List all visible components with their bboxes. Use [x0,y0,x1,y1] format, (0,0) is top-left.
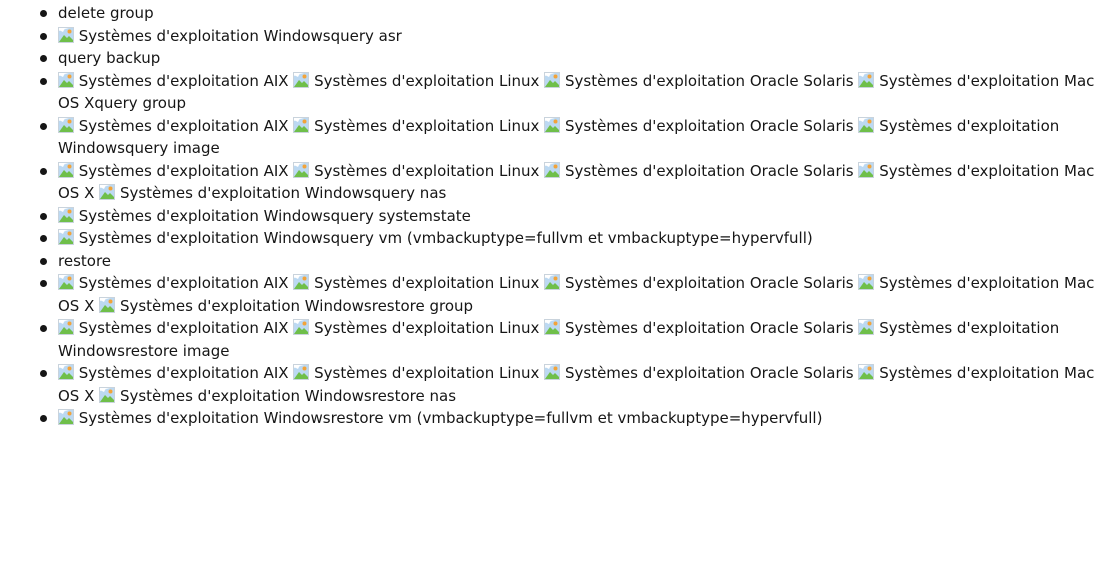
list-item: Systèmes d'exploitation Windowsquery sys… [0,205,1103,228]
broken-image-icon [58,319,74,335]
broken-image-icon [293,71,310,88]
broken-image-icon [58,274,74,290]
list-item: Systèmes d'exploitation AIX Systèmes d'e… [0,317,1103,362]
broken-image-icon [58,409,74,425]
list-item-text: Systèmes d'exploitation Oracle Solaris [564,71,854,90]
broken-image-icon [293,161,310,178]
broken-image-icon [858,161,875,178]
list-item-text: Systèmes d'exploitation AIX [78,319,289,337]
list-item: Systèmes d'exploitation AIX Systèmes d'e… [0,70,1103,115]
list-item-text: Systèmes d'exploitation Oracle Solaris [564,161,854,180]
list-item-text: Systèmes d'exploitation Oracle Solaris [564,319,854,337]
broken-image-icon [544,71,561,88]
broken-image-icon [858,71,875,88]
list-item-text: Systèmes d'exploitation Linux [314,364,540,382]
broken-image-icon [58,26,74,43]
list-item: query backup [0,47,1103,70]
list-item-text: Systèmes d'exploitation Linux [314,116,540,135]
list-item-text: Systèmes d'exploitation Windowsquery asr [78,26,402,45]
list-item-text: Systèmes d'exploitation AIX [78,116,289,135]
list-item: Systèmes d'exploitation AIX Systèmes d'e… [0,272,1103,317]
list-item: Systèmes d'exploitation AIX Systèmes d'e… [0,160,1103,205]
broken-image-icon [99,386,116,403]
list-item-text: Systèmes d'exploitation Windowsquery vm … [78,229,813,247]
broken-image-icon [544,364,561,380]
list-item-text: Systèmes d'exploitation Windowsrestore v… [78,409,823,427]
list-item-text: Systèmes d'exploitation AIX [78,161,289,180]
broken-image-icon [58,206,74,223]
broken-image-icon [99,296,116,313]
list-item: Systèmes d'exploitation Windowsquery asr [0,25,1103,48]
list-item-text: Systèmes d'exploitation Oracle Solaris [564,274,854,292]
list-item: delete group [0,2,1103,25]
list-item-text: Systèmes d'exploitation Linux [314,274,540,292]
list-item: Systèmes d'exploitation Windowsrestore v… [0,407,1103,430]
list-item-text: Systèmes d'exploitation Windowsquery sys… [78,206,471,225]
list-item-text: Systèmes d'exploitation Windowsquery nas [119,184,447,202]
command-list: delete group Systèmes d'exploitation Win… [0,0,1107,430]
list-item: Systèmes d'exploitation AIX Systèmes d'e… [0,362,1103,407]
broken-image-icon [544,274,561,290]
list-item-text: Systèmes d'exploitation AIX [78,71,289,90]
list-item-text: Systèmes d'exploitation AIX [78,274,289,292]
broken-image-icon [58,229,74,245]
broken-image-icon [544,319,561,335]
list-item-text: Systèmes d'exploitation Windowsrestore g… [119,296,474,315]
broken-image-icon [858,116,875,133]
broken-image-icon [58,116,74,133]
list-item-text: Systèmes d'exploitation Linux [314,161,540,180]
list-item-text: Systèmes d'exploitation Linux [314,319,540,337]
list-item-text: Systèmes d'exploitation Oracle Solaris [564,364,854,382]
broken-image-icon [99,184,116,200]
list-item-text: delete group [58,4,154,22]
broken-image-icon [858,274,875,290]
list-item-text: Systèmes d'exploitation Oracle Solaris [564,116,854,135]
broken-image-icon [293,274,310,290]
broken-image-icon [58,161,74,178]
broken-image-icon [858,319,875,335]
broken-image-icon [58,364,74,380]
broken-image-icon [293,364,310,380]
broken-image-icon [58,71,74,88]
list-item-text: Systèmes d'exploitation Windowsrestore n… [119,386,457,405]
list-item-text: Systèmes d'exploitation AIX [78,364,289,382]
broken-image-icon [544,116,561,133]
list-item-text: query backup [58,49,161,67]
broken-image-icon [293,116,310,133]
broken-image-icon [544,161,561,178]
list-item: Systèmes d'exploitation Windowsquery vm … [0,227,1103,250]
list-item-text: restore [58,251,112,270]
list-item: Systèmes d'exploitation AIX Systèmes d'e… [0,115,1103,160]
broken-image-icon [858,364,875,380]
list-item: restore [0,250,1103,273]
broken-image-icon [293,319,310,335]
list-item-text: Systèmes d'exploitation Linux [314,71,540,90]
